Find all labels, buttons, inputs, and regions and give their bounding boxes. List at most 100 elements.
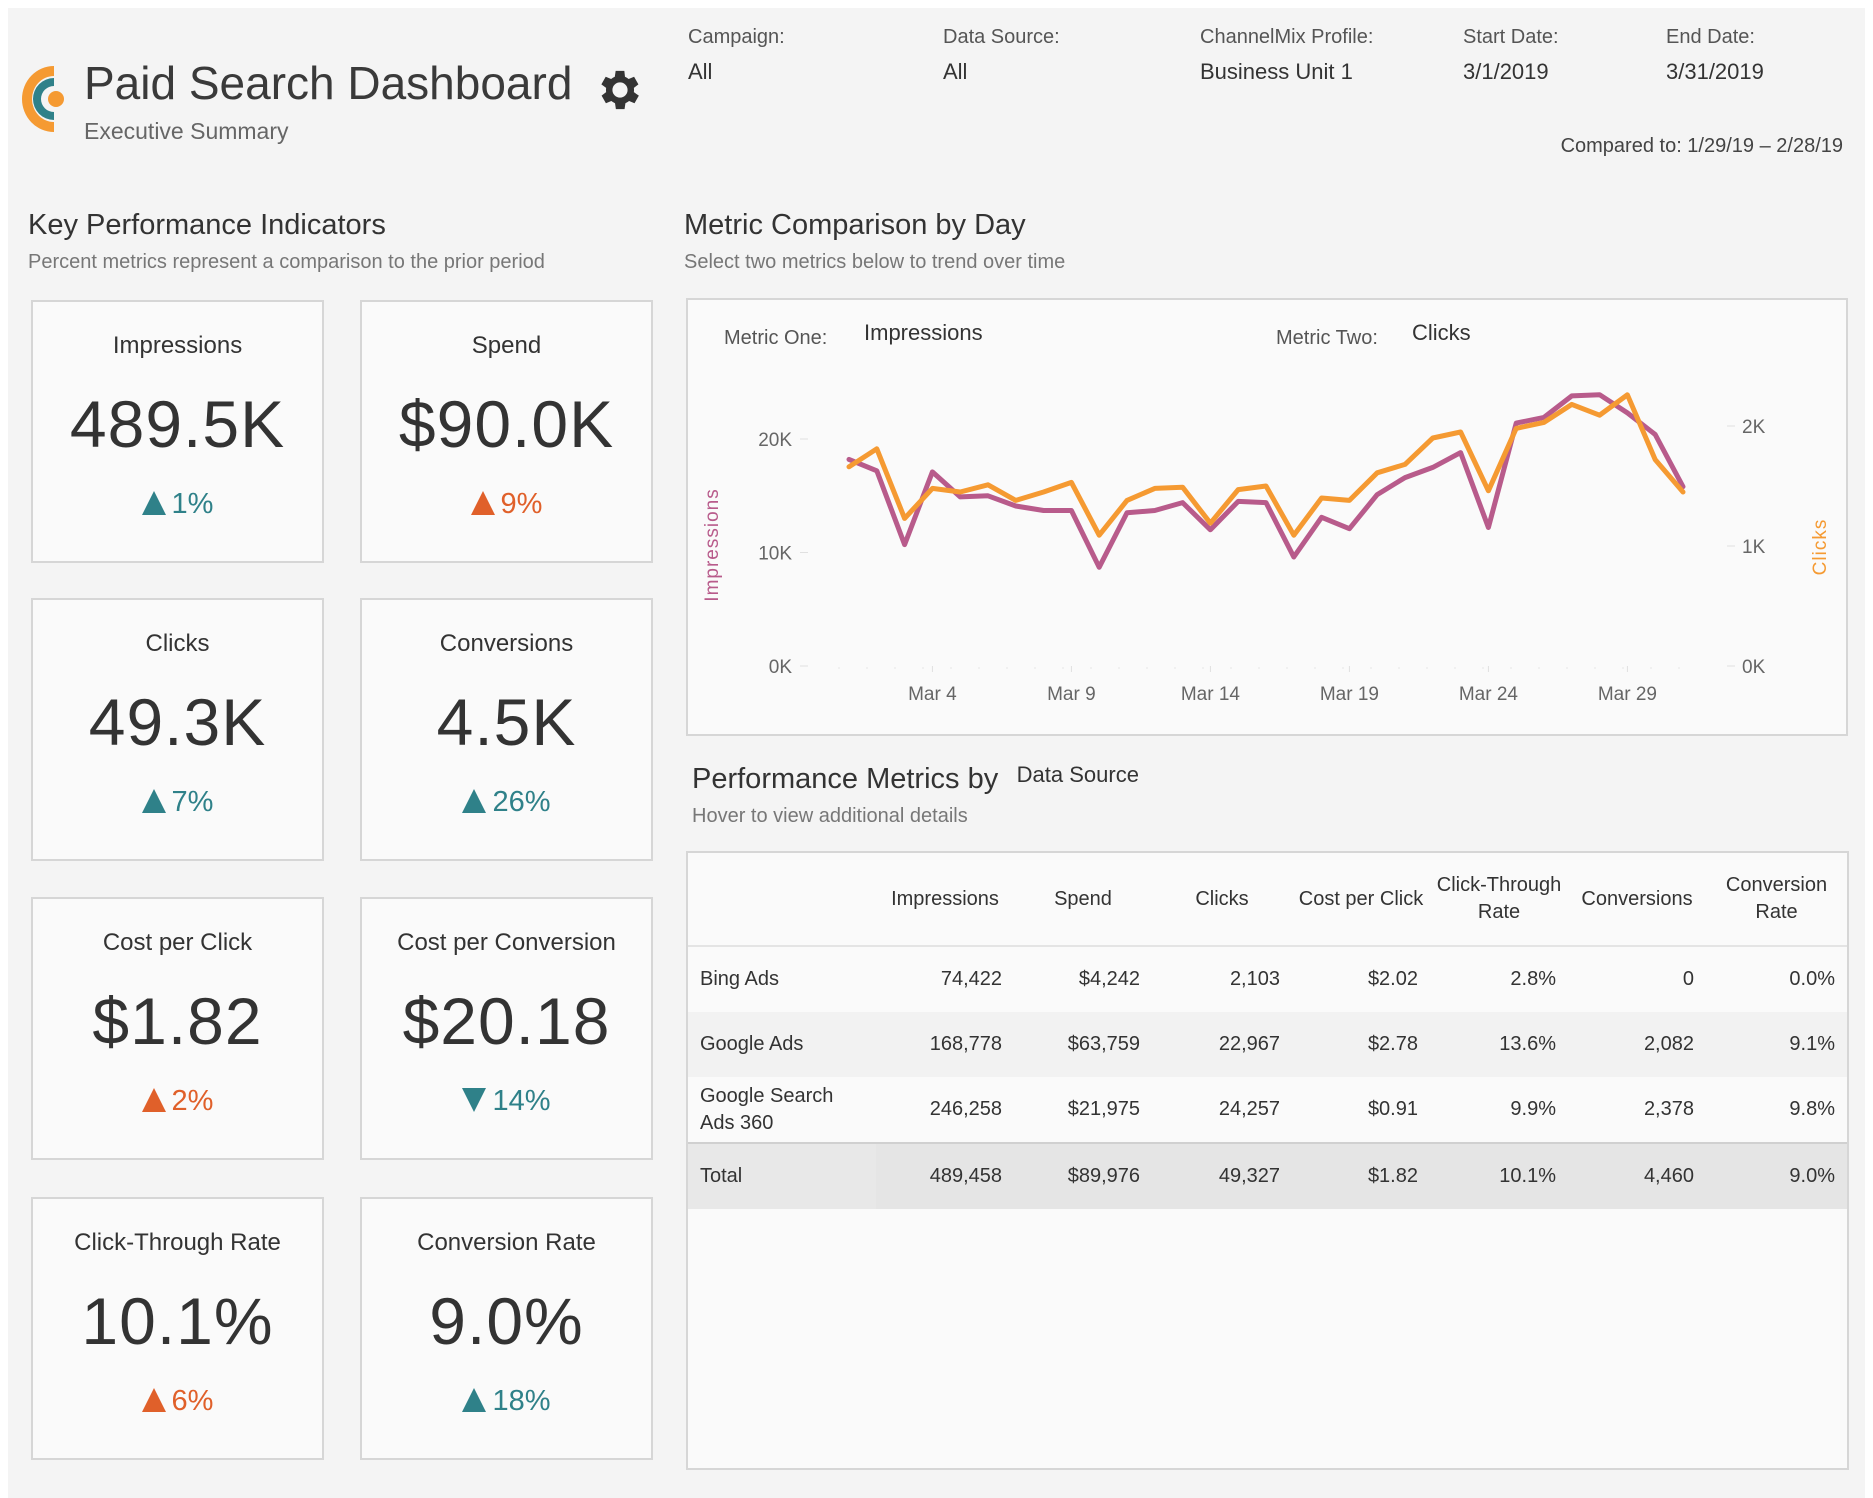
kpi-label: Cost per Click (102, 929, 253, 956)
kpi-card-click-through-rate[interactable]: Click-Through Rate 10.1% 6% (31, 1197, 324, 1460)
table-cell: 9.9% (1510, 1098, 1556, 1120)
kpi-value: 4.5K (436, 685, 577, 759)
dashboard-title: Paid Search Dashboard (84, 57, 573, 109)
filter-label: Campaign: (688, 26, 785, 48)
filter-label: Start Date: (1463, 26, 1559, 48)
kpi-label: Conversions (439, 630, 574, 657)
filter-label: Data Source: (943, 26, 1060, 48)
triangle-up-icon (470, 491, 495, 515)
table-title-group: Performance Metrics by Data Source (692, 762, 1139, 796)
kpi-change: 18% (362, 1385, 651, 1418)
table-row[interactable]: Google Search Ads 360 246,258 $21,975 24,25… (688, 1077, 1847, 1143)
filter-value[interactable]: 3/1/2019 (1463, 59, 1559, 85)
filter-label: End Date: (1666, 26, 1755, 48)
kpi-label: Impressions (112, 332, 243, 359)
table-cell: 74,422 (940, 968, 1002, 990)
kpi-value: 489.5K (69, 387, 286, 461)
kpi-label: Clicks (145, 630, 210, 657)
table-cell: 2.8% (1510, 968, 1556, 990)
kpi-change: 2% (33, 1085, 322, 1118)
kpi-value: 49.3K (88, 685, 267, 759)
triangle-up-icon (462, 789, 487, 813)
column-header[interactable]: Clicks (1152, 853, 1292, 946)
table-cell: 9.1% (1706, 1012, 1847, 1077)
kpi-change-value: 14% (492, 1085, 551, 1117)
triangle-up-icon (141, 1088, 166, 1112)
kpi-value: 10.1% (81, 1284, 274, 1358)
dashboard-subtitle: Executive Summary (84, 118, 289, 144)
table-cell: 2,103 (1229, 968, 1280, 990)
triangle-up-icon (141, 1388, 166, 1412)
table-section-title: Performance Metrics by (692, 763, 999, 795)
table-cell: 22,967 (1152, 1012, 1292, 1077)
column-header[interactable]: Conversions (1568, 853, 1706, 946)
filter-channelmix-profile[interactable]: ChannelMix Profile: Business Unit 1 (1200, 26, 1373, 85)
compared-to-range: Compared to: 1/29/19 – 2/28/19 (1560, 135, 1843, 157)
row-header: Google Ads (688, 1012, 876, 1077)
filter-campaign[interactable]: Campaign: All (688, 26, 785, 85)
kpi-change: 6% (33, 1385, 322, 1418)
table-row[interactable]: Google Ads 168,778 $63,759 22,967 $2.78 13.6%… (688, 1012, 1847, 1077)
table-cell: 246,258 (929, 1098, 1002, 1120)
kpi-card-cost-per-conversion[interactable]: Cost per Conversion $20.18 14% (360, 897, 653, 1160)
kpi-section-title: Key Performance Indicators (28, 209, 386, 241)
kpi-change-value: 2% (171, 1085, 214, 1117)
row-header: Google Search Ads 360 (700, 1084, 834, 1134)
kpi-label: Cost per Conversion (397, 929, 616, 956)
kpi-change: 9% (362, 488, 651, 521)
trend-section-subtitle: Select two metrics below to trend over t… (684, 251, 1066, 273)
kpi-value: $20.18 (402, 984, 611, 1058)
table-cell: 49,327 (1152, 1143, 1292, 1209)
metric-two-label: Metric Two: (1276, 327, 1378, 349)
filter-start-date[interactable]: Start Date: 3/1/2019 (1463, 26, 1559, 85)
channelmix-logo-icon (22, 66, 64, 132)
table-total-row[interactable]: Total 489,458 $89,976 49,327 $1.82 10.1% 4,460… (688, 1143, 1847, 1209)
row-header: Total (688, 1143, 876, 1209)
kpi-change-value: 9% (500, 488, 543, 520)
kpi-card-cost-per-click[interactable]: Cost per Click $1.82 2% (31, 897, 324, 1160)
table-cell: $63,759 (1014, 1012, 1152, 1077)
metric-one-selector[interactable]: Impressions (864, 320, 983, 346)
filter-end-date[interactable]: End Date: 3/31/2019 (1666, 26, 1764, 85)
table-cell: 0.0% (1789, 968, 1835, 990)
table-cell: 13.6% (1430, 1012, 1568, 1077)
table-cell: 0 (1682, 968, 1694, 990)
filter-value[interactable]: All (688, 59, 785, 85)
table-cell: 9.8% (1789, 1098, 1835, 1120)
table-cell: 2,378 (1643, 1098, 1694, 1120)
metric-two-selector[interactable]: Clicks (1412, 320, 1471, 346)
table-dimension-selector[interactable]: Data Source (1017, 762, 1139, 787)
kpi-change-value: 26% (492, 786, 551, 818)
table-row[interactable]: Bing Ads 74,422 $4,242 2,103 $2.02 2.8% 0 0.0% (688, 946, 1847, 1012)
kpi-change: 26% (362, 786, 651, 819)
kpi-card-impressions[interactable]: Impressions 489.5K 1% (31, 300, 324, 563)
table-cell: $89,976 (1014, 1143, 1152, 1209)
table-header-row: Impressions Spend Clicks Cost per Click Clic… (688, 853, 1847, 946)
column-header[interactable]: Spend (1014, 853, 1152, 946)
kpi-value: $1.82 (92, 984, 263, 1058)
gear-icon[interactable] (594, 64, 646, 116)
column-header[interactable]: Click-Through Rate (1430, 853, 1568, 946)
kpi-card-spend[interactable]: Spend $90.0K 9% (360, 300, 653, 563)
filter-value[interactable]: All (943, 59, 1060, 85)
table-cell: 24,257 (1218, 1098, 1280, 1120)
table-cell: $0.91 (1367, 1098, 1418, 1120)
table-cell: 489,458 (876, 1143, 1014, 1209)
table-cell: $2.02 (1367, 968, 1418, 990)
filter-data-source[interactable]: Data Source: All (943, 26, 1060, 85)
kpi-label: Conversion Rate (417, 1229, 596, 1256)
column-header[interactable]: Impressions (876, 853, 1014, 946)
kpi-card-conversion-rate[interactable]: Conversion Rate 9.0% 18% (360, 1197, 653, 1460)
trend-section-title: Metric Comparison by Day (684, 209, 1026, 241)
filter-value[interactable]: Business Unit 1 (1200, 59, 1373, 85)
column-header[interactable]: Conversion Rate (1706, 853, 1847, 946)
kpi-card-clicks[interactable]: Clicks 49.3K 7% (31, 598, 324, 861)
kpi-change-value: 18% (492, 1385, 551, 1417)
table-cell: 4,460 (1568, 1143, 1706, 1209)
kpi-label: Click-Through Rate (74, 1229, 281, 1256)
kpi-card-conversions[interactable]: Conversions 4.5K 26% (360, 598, 653, 861)
filter-value[interactable]: 3/31/2019 (1666, 59, 1764, 85)
column-header[interactable]: Cost per Click (1292, 853, 1430, 946)
triangle-up-icon (462, 1388, 487, 1412)
row-header: Bing Ads (700, 968, 779, 990)
